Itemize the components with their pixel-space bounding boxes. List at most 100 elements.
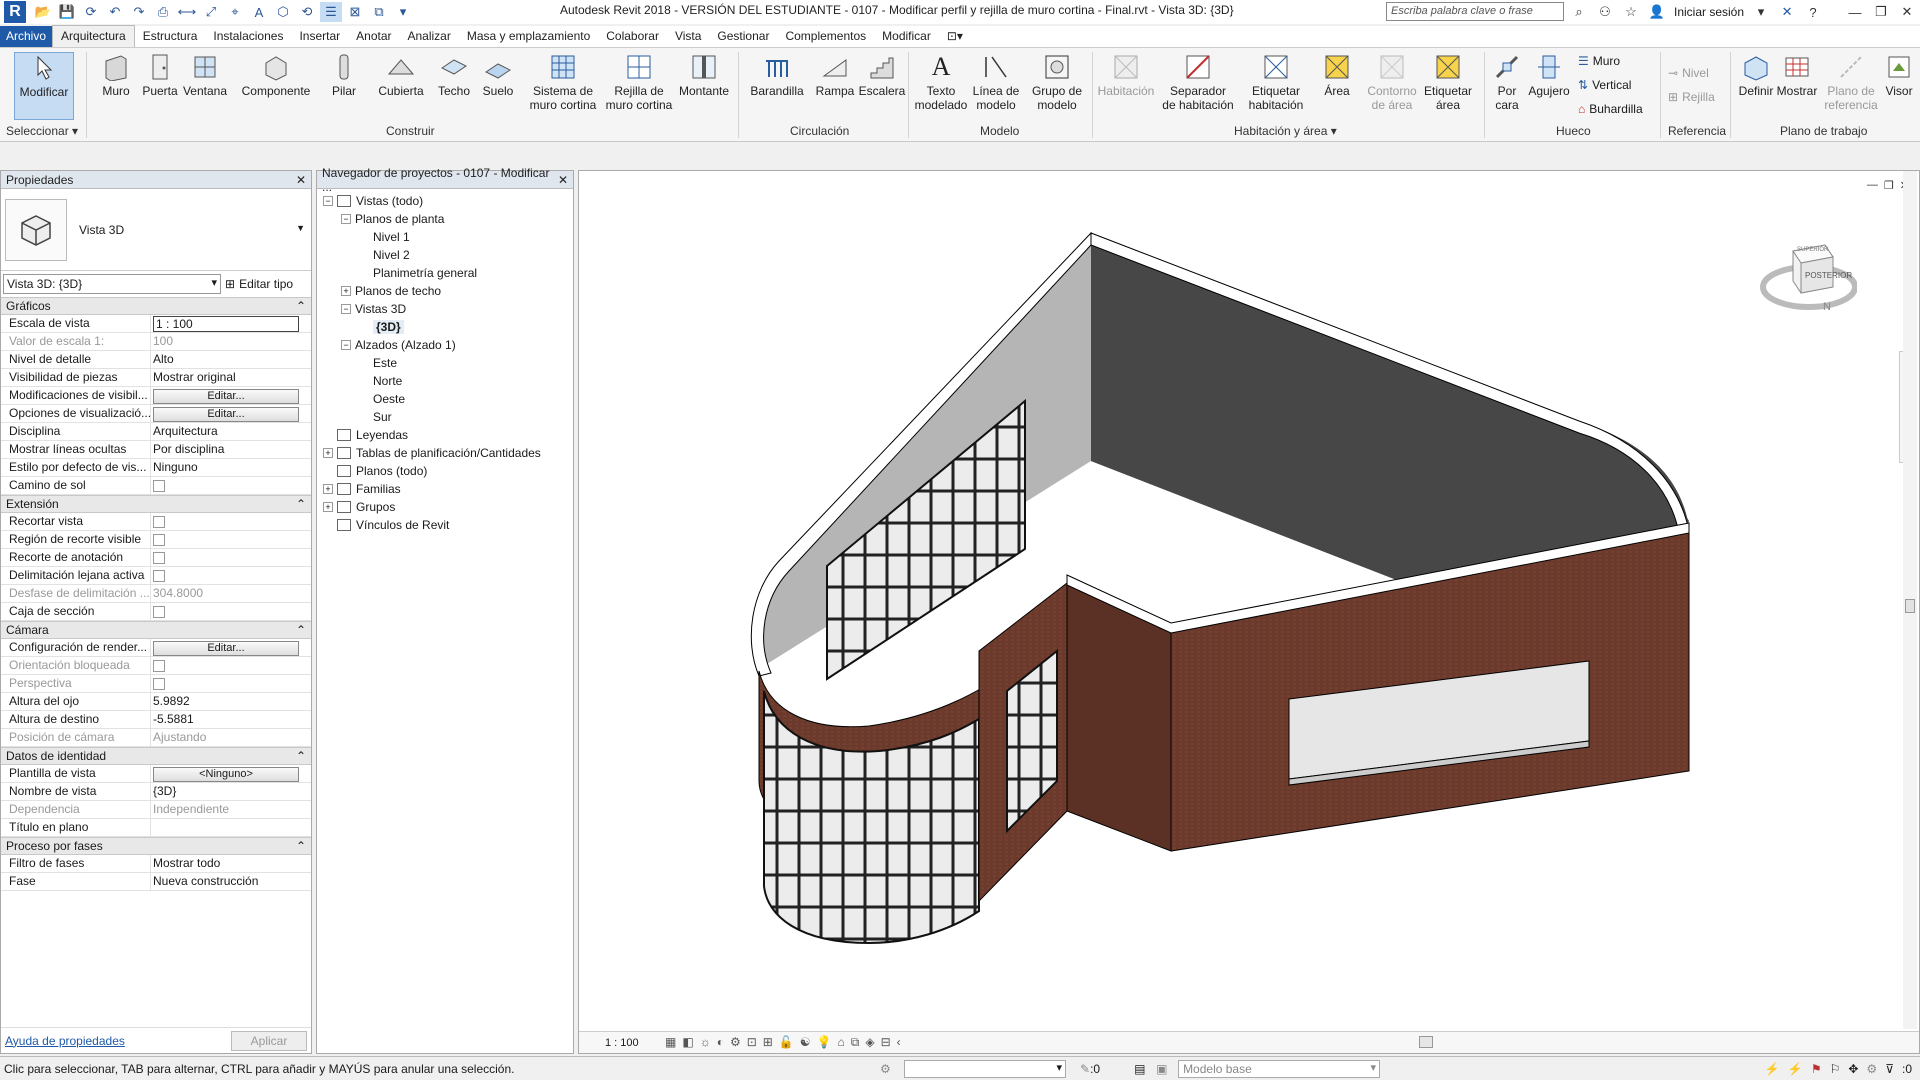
tab-gestionar[interactable]: Gestionar [709, 26, 777, 47]
tree-node[interactable]: + Tablas de planificación/Cantidades [317, 444, 573, 462]
model-text-button[interactable]: A Texto modelado [912, 52, 970, 113]
wall-opening-button[interactable]: ☰ Muro [1578, 54, 1620, 68]
star-icon[interactable]: ☆ [1622, 3, 1640, 21]
detail-level-icon[interactable]: ▦ [665, 1035, 676, 1050]
property-group-header[interactable]: Cámara ⌃ [1, 621, 311, 639]
view-3d-canvas[interactable]: — ❐ ✕ [578, 170, 1920, 1054]
revit-logo[interactable]: R [4, 1, 26, 23]
grid-button[interactable]: ⊞ Rejilla [1668, 90, 1715, 104]
tree-node[interactable]: − Planos de planta [317, 210, 573, 228]
filter-icon[interactable]: ⊽ [1885, 1062, 1894, 1076]
tab-modificar[interactable]: Modificar [874, 26, 939, 47]
select-panel-label[interactable]: Seleccionar ▾ [6, 124, 78, 138]
property-value[interactable]: Ninguno [151, 459, 311, 476]
window-button[interactable]: Ventana [182, 52, 228, 98]
curtain-system-button[interactable]: Sistema de muro cortina [526, 52, 600, 112]
set-workplane-button[interactable]: Definir [1734, 52, 1778, 98]
property-group-header[interactable]: Extensión ⌃ [1, 495, 311, 513]
close-icon[interactable]: ✕ [558, 173, 568, 187]
floor-button[interactable]: Suelo [478, 52, 518, 98]
viewcube-top[interactable]: SUPERIOR [1797, 247, 1828, 253]
modify-button[interactable]: Modificar [14, 52, 74, 120]
drag-elements-icon[interactable]: ✥ [1848, 1062, 1858, 1076]
chevron-down-icon[interactable]: ▼ [296, 223, 305, 233]
tree-node[interactable]: − Alzados (Alzado 1) [317, 336, 573, 354]
mullion-button[interactable]: Montante [676, 52, 732, 98]
property-value[interactable]: Nueva construcción [151, 873, 311, 890]
collapse-icon[interactable]: ⌃ [296, 497, 306, 511]
print-icon[interactable]: ⎙ [152, 2, 174, 22]
restore-icon[interactable]: ❐ [1868, 0, 1894, 24]
tab-anotar[interactable]: Anotar [348, 26, 399, 47]
roof-button[interactable]: Cubierta [376, 52, 426, 98]
select-by-face-icon[interactable]: ⚐ [1830, 1062, 1841, 1076]
undo-icon[interactable]: ↶ [104, 2, 126, 22]
door-button[interactable]: Puerta [140, 52, 180, 98]
measure-icon[interactable]: ⟷ [176, 2, 198, 22]
tree-node[interactable]: Planos (todo) [317, 462, 573, 480]
render-icon[interactable]: ⚙ [730, 1035, 741, 1050]
design-option-selector[interactable]: Modelo base [1178, 1059, 1381, 1078]
ceiling-button[interactable]: Techo [434, 52, 474, 98]
property-checkbox[interactable] [153, 570, 165, 582]
compass-north[interactable]: N [1823, 301, 1831, 313]
shaft-button[interactable]: Agujero [1526, 52, 1572, 98]
tab-analizar[interactable]: Analizar [400, 26, 459, 47]
ramp-button[interactable]: Rampa [814, 52, 856, 98]
dimension-icon[interactable]: ⤢ [200, 2, 222, 22]
property-group-header[interactable]: Datos de identidad ⌃ [1, 747, 311, 765]
crop-view-icon[interactable]: ⊡ [747, 1035, 757, 1050]
help-icon[interactable]: ? [1804, 3, 1822, 21]
property-value[interactable]: {3D} [151, 783, 311, 800]
expand-icon[interactable]: + [323, 448, 333, 458]
user-icon[interactable]: 👤 [1648, 3, 1666, 21]
room-separator-button[interactable]: Separador de habitación [1160, 52, 1236, 112]
tree-node[interactable]: − Vistas 3D [317, 300, 573, 318]
collapse-icon[interactable]: − [341, 214, 351, 224]
view-cube[interactable]: POSTERIOR SUPERIOR N [1757, 229, 1858, 319]
binoculars-icon[interactable]: ⌕ [1570, 3, 1588, 21]
expand-icon[interactable]: + [323, 484, 333, 494]
chevron-down-icon[interactable]: ▾ [1752, 3, 1770, 21]
railing-button[interactable]: Barandilla [748, 52, 806, 98]
tree-node[interactable]: Nivel 1 [317, 228, 573, 246]
select-links-icon[interactable]: ⚡ [1765, 1062, 1780, 1076]
redo-icon[interactable]: ↷ [128, 2, 150, 22]
property-checkbox[interactable] [153, 606, 165, 618]
collapse-icon[interactable]: − [341, 340, 351, 350]
instance-selector[interactable]: Vista 3D: {3D} [3, 274, 221, 294]
property-group-header[interactable]: Proceso por fases ⌃ [1, 837, 311, 855]
main-model-icon[interactable]: ▣ [1156, 1062, 1178, 1076]
tab-masa[interactable]: Masa y emplazamiento [459, 26, 598, 47]
highlight-icon[interactable]: ◈ [865, 1035, 874, 1050]
property-checkbox[interactable] [153, 534, 165, 546]
background-processes-icon[interactable]: ⚙ [1866, 1062, 1877, 1076]
visual-style-icon[interactable]: ◧ [682, 1035, 693, 1050]
tab-complementos[interactable]: Complementos [777, 26, 874, 47]
tag-area-button[interactable]: Etiquetar área [1418, 52, 1478, 112]
tree-node[interactable]: Vínculos de Revit [317, 516, 573, 534]
signin-link[interactable]: Iniciar sesión [1674, 5, 1744, 19]
collapse-icon[interactable]: − [323, 196, 333, 206]
workset-selector[interactable] [904, 1059, 1066, 1078]
analytical-model-icon[interactable]: ⧉ [851, 1035, 860, 1050]
select-pinned-icon[interactable]: ⚑ [1811, 1062, 1822, 1076]
property-value[interactable]: -5.5881 [151, 711, 311, 728]
property-group-header[interactable]: Gráficos ⌃ [1, 297, 311, 315]
tab-estructura[interactable]: Estructura [135, 26, 206, 47]
property-checkbox[interactable] [153, 552, 165, 564]
save-icon[interactable]: 💾 [56, 2, 78, 22]
property-edit-button[interactable]: Editar... [153, 407, 299, 422]
property-value[interactable]: Alto [151, 351, 311, 368]
viewcube-face[interactable]: POSTERIOR [1805, 271, 1852, 280]
ref-plane-button[interactable]: Plano de referencia [1820, 52, 1882, 112]
property-value[interactable]: Mostrar todo [151, 855, 311, 872]
tag-icon[interactable]: ⌖ [224, 2, 246, 22]
component-button[interactable]: Componente [238, 52, 314, 98]
scroll-thumb[interactable] [1905, 599, 1915, 613]
sync-icon[interactable]: ⟳ [80, 2, 102, 22]
subscription-icon[interactable]: ⚇ [1596, 3, 1614, 21]
3d-view-icon[interactable]: ⬡ [272, 2, 294, 22]
h-scroll-thumb[interactable] [1419, 1036, 1433, 1048]
property-value[interactable] [151, 819, 311, 836]
